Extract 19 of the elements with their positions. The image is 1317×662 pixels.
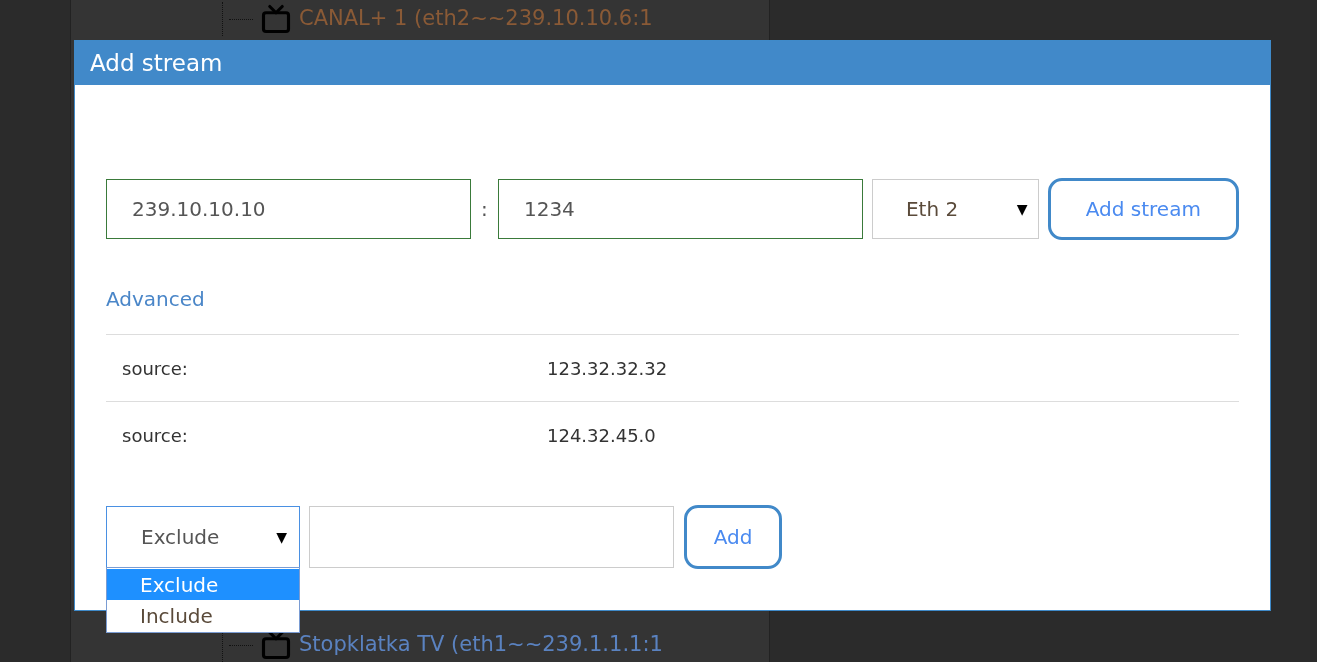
source-value: 123.32.32.32 — [547, 356, 668, 381]
channel-name[interactable]: CANAL+ 1 (eth2~~239.10.10.6:1 — [299, 3, 653, 35]
interface-select[interactable]: Eth 2 ▼ — [871, 179, 1039, 239]
channel-name[interactable]: Stopklatka TV (eth1~~239.1.1.1:1 — [299, 629, 663, 661]
dropdown-option[interactable]: Exclude — [107, 569, 299, 600]
separator: : — [480, 196, 489, 223]
source-value: 124.32.45.0 — [547, 423, 656, 448]
filter-address-field[interactable] — [309, 506, 674, 568]
tv-icon — [261, 4, 291, 34]
dialog-title: Add stream — [90, 48, 223, 78]
address-field[interactable]: 239.10.10.10 — [106, 179, 471, 239]
add-stream-button[interactable]: Add stream — [1047, 178, 1239, 240]
advanced-link[interactable]: Advanced — [106, 284, 205, 314]
dropdown-option[interactable]: Include — [107, 600, 299, 631]
source-label: source: — [122, 423, 189, 448]
port-field[interactable]: 1234 — [497, 179, 863, 239]
source-label: source: — [122, 356, 189, 381]
tv-icon — [261, 630, 291, 660]
add-button[interactable]: Add — [684, 505, 782, 569]
